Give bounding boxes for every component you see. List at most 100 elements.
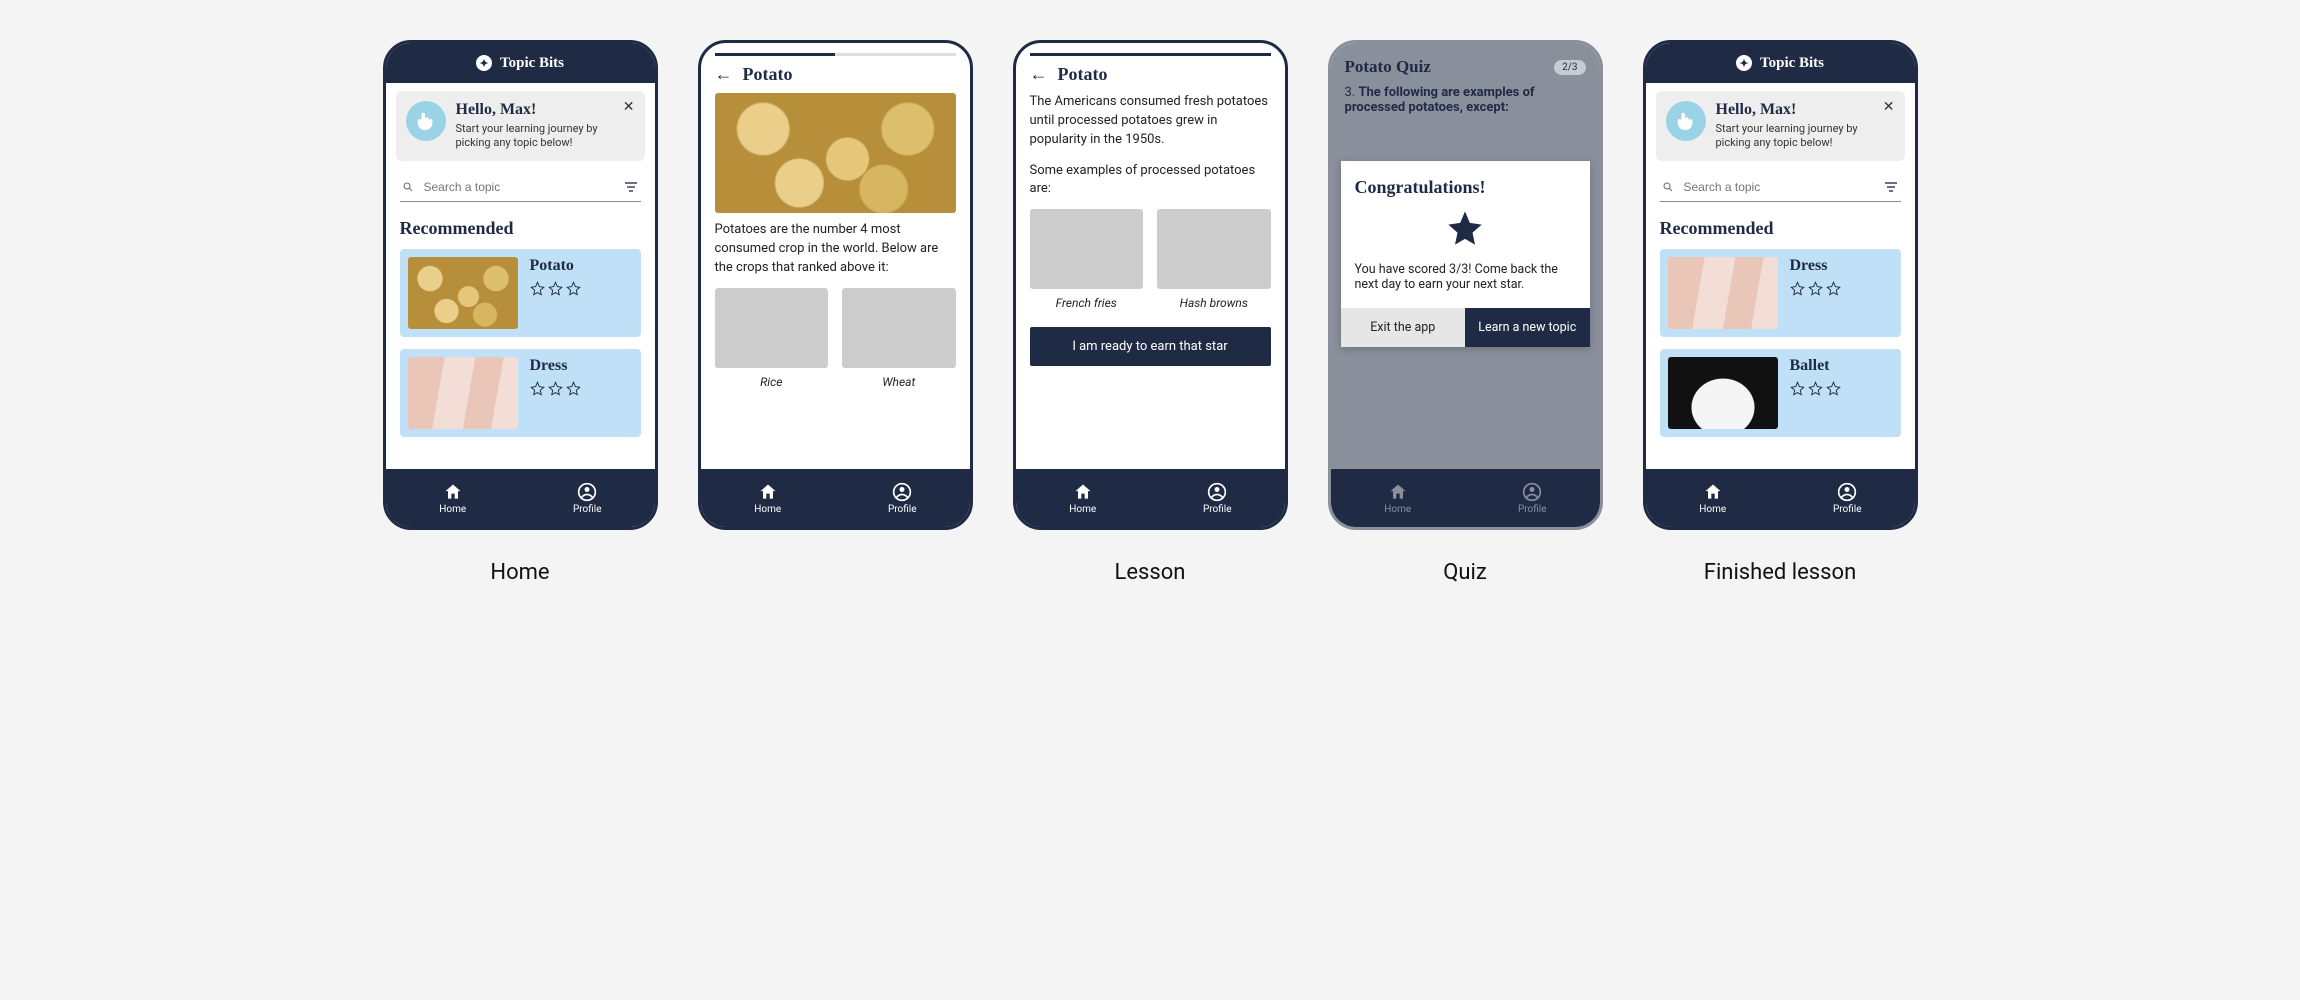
screen-quiz: Potato Quiz 2/3 3. The following are exa… [1328,40,1603,530]
screen-lesson2-col: ← Potato The Americans consumed fresh po… [1013,40,1288,585]
lesson-progress [715,53,956,56]
logo-icon: ✦ [476,55,492,71]
lesson-hero-image [715,93,956,213]
topic-title: Dress [1790,257,1841,275]
profile-icon [577,482,597,502]
rating-stars [530,381,581,396]
search-icon [1662,181,1674,193]
lesson-title: Potato [1058,64,1108,85]
profile-icon [892,482,912,502]
close-icon[interactable]: ✕ [1883,99,1895,115]
search-input[interactable] [1684,180,1873,194]
star-icon [530,281,545,296]
topic-card-dress[interactable]: Dress [400,349,641,437]
search-bar[interactable] [1660,173,1901,202]
bottom-nav: Home Profile [701,469,970,527]
topic-thumb [408,257,518,329]
exit-app-button[interactable]: Exit the app [1341,308,1466,347]
screen-lesson1: ← Potato Potatoes are the number 4 most … [698,40,973,530]
topic-card-dress[interactable]: Dress [1660,249,1901,337]
app-title: Topic Bits [500,55,564,72]
crop-image [715,288,829,368]
star-icon [548,281,563,296]
caption-lesson: Lesson [1115,560,1186,585]
lesson-title: Potato [743,64,793,85]
food-item-hashbrowns: Hash browns [1157,209,1271,312]
back-icon[interactable]: ← [1030,64,1048,85]
star-icon [1826,381,1841,396]
topic-card-ballet[interactable]: Ballet [1660,349,1901,437]
app-title: Topic Bits [1760,55,1824,72]
caption-finished: Finished lesson [1704,560,1856,585]
star-icon [1790,281,1805,296]
quiz-counter: 2/3 [1554,60,1585,75]
star-icon [1808,381,1823,396]
nav-home[interactable]: Home [386,469,521,527]
greeting-subtitle: Start your learning journey by picking a… [456,122,635,151]
screen-lesson2: ← Potato The Americans consumed fresh po… [1013,40,1288,530]
logo-icon: ✦ [1736,55,1752,71]
topic-thumb [408,357,518,429]
food-image [1030,209,1144,289]
screen-lesson1-col: ← Potato Potatoes are the number 4 most … [698,40,973,530]
star-icon [530,381,545,396]
filter-icon[interactable] [623,179,639,195]
nav-home[interactable]: Home [1646,469,1781,527]
modal-body-text: You have scored 3/3! Come back the next … [1355,262,1576,292]
result-modal: Congratulations! You have scored 3/3! Co… [1341,161,1590,347]
star-icon [566,281,581,296]
search-input[interactable] [424,180,613,194]
star-icon [1790,381,1805,396]
food-image [1157,209,1271,289]
nav-profile-label: Profile [573,504,602,515]
screen-home: ✦ Topic Bits ✕ Hello, Max! Start your le… [383,40,658,530]
greeting-subtitle: Start your learning journey by picking a… [1716,122,1895,151]
star-icon [1808,281,1823,296]
crop-image [842,288,956,368]
filter-icon[interactable] [1883,179,1899,195]
screen-finished-col: ✦ Topic Bits ✕ Hello, Max! Start your le… [1643,40,1918,585]
home-icon [443,482,463,502]
nav-home[interactable]: Home [1016,469,1151,527]
nav-profile-label: Profile [1518,504,1547,515]
greeting-card: ✕ Hello, Max! Start your learning journe… [1656,91,1905,161]
nav-profile[interactable]: Profile [835,469,970,527]
modal-title: Congratulations! [1355,177,1576,198]
home-icon [1703,482,1723,502]
screen-home-col: ✦ Topic Bits ✕ Hello, Max! Start your le… [383,40,658,585]
earn-star-button[interactable]: I am ready to earn that star [1030,327,1271,366]
lesson-paragraph: Potatoes are the number 4 most consumed … [715,221,956,278]
food-label: French fries [1030,295,1144,312]
crop-item-rice: Rice [715,288,829,391]
nav-home[interactable]: Home [1331,469,1466,527]
nav-profile[interactable]: Profile [1150,469,1285,527]
learn-new-topic-button[interactable]: Learn a new topic [1465,308,1590,347]
nav-profile-label: Profile [1833,504,1862,515]
quiz-question-number: 3. [1345,85,1356,100]
topic-thumb [1668,257,1778,329]
wave-icon [1666,101,1706,141]
nav-profile-label: Profile [888,504,917,515]
screen-finished: ✦ Topic Bits ✕ Hello, Max! Start your le… [1643,40,1918,530]
nav-profile[interactable]: Profile [1465,469,1600,527]
nav-profile[interactable]: Profile [520,469,655,527]
search-bar[interactable] [400,173,641,202]
lesson-paragraph: The Americans consumed fresh potatoes un… [1030,93,1271,150]
back-icon[interactable]: ← [715,64,733,85]
lesson-progress [1030,53,1271,56]
home-icon [1388,482,1408,502]
star-icon [566,381,581,396]
topic-card-potato[interactable]: Potato [400,249,641,337]
nav-profile[interactable]: Profile [1780,469,1915,527]
greeting-title: Hello, Max! [1716,101,1895,119]
wave-icon [406,101,446,141]
profile-icon [1837,482,1857,502]
greeting-title: Hello, Max! [456,101,635,119]
app-topbar: ✦ Topic Bits [1646,43,1915,83]
close-icon[interactable]: ✕ [623,99,635,115]
quiz-question-text: The following are examples of processed … [1345,85,1535,115]
food-label: Hash browns [1157,295,1271,312]
nav-home-label: Home [439,504,466,515]
rating-stars [1790,281,1841,296]
nav-home[interactable]: Home [701,469,836,527]
